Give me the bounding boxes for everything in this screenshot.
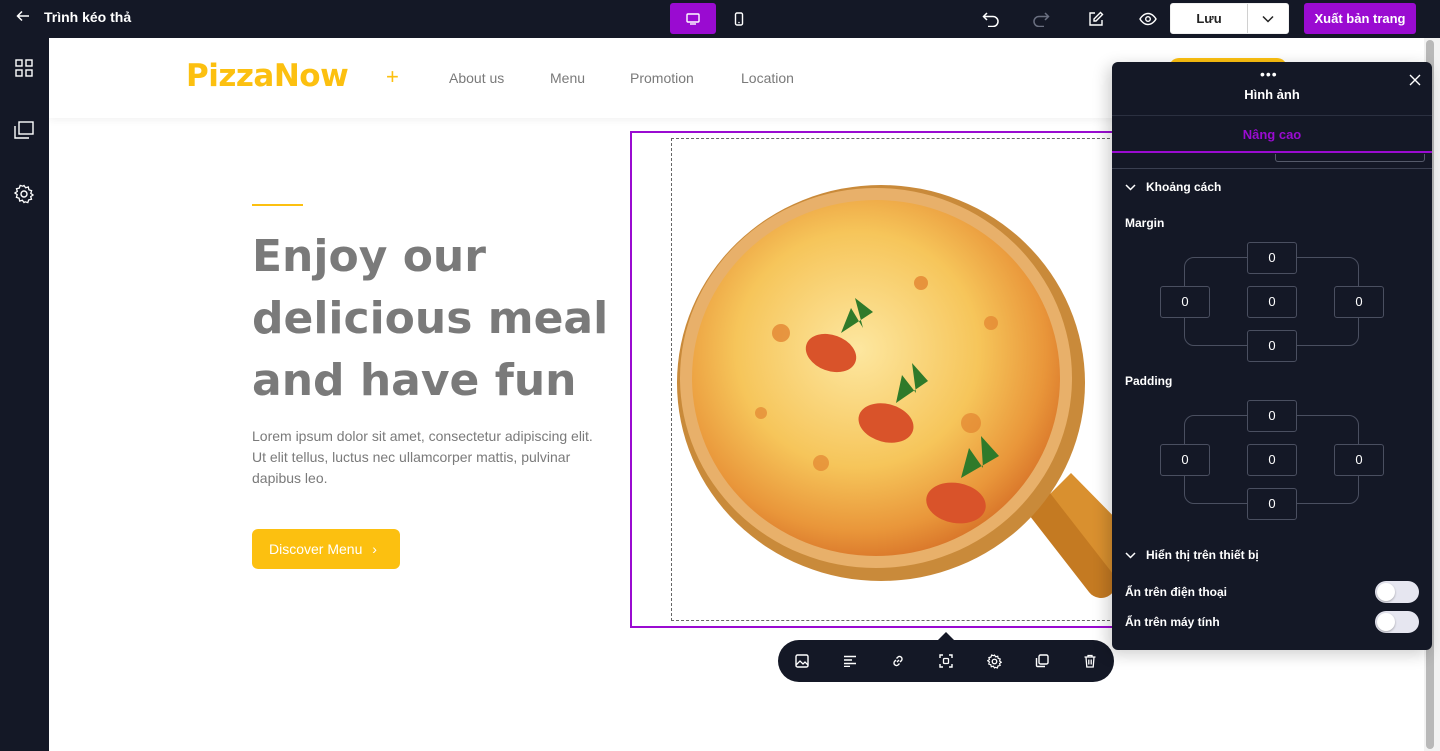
back-arrow-icon[interactable] xyxy=(12,8,34,30)
image-properties-panel: ••• Hình ảnh Nâng cao Khoảng cách Margin… xyxy=(1112,62,1432,650)
padding-top-input[interactable]: 0 xyxy=(1247,400,1297,432)
publish-page-button[interactable]: Xuất bản trang xyxy=(1304,3,1416,34)
device-visibility-label: Hiển thị trên thiết bị xyxy=(1146,548,1259,562)
panel-divider xyxy=(1112,168,1432,169)
hide-on-desktop-toggle[interactable] xyxy=(1375,611,1419,633)
margin-all-input[interactable]: 0 xyxy=(1247,286,1297,318)
chevron-down-icon xyxy=(1125,551,1136,559)
chevron-down-icon xyxy=(1125,183,1136,191)
mobile-icon xyxy=(734,11,744,26)
pizza-image[interactable] xyxy=(671,173,1130,603)
spacing-section-label: Khoảng cách xyxy=(1146,180,1222,194)
chevron-right-icon: › xyxy=(372,541,377,557)
hidden-field-edge xyxy=(1275,154,1425,162)
top-bar: Trình kéo thả Lưu Xuất bản trang xyxy=(0,0,1440,38)
settings-gear-icon[interactable] xyxy=(12,182,36,206)
margin-top-input[interactable]: 0 xyxy=(1247,242,1297,274)
element-toolbar xyxy=(778,640,1114,682)
discover-menu-label: Discover Menu xyxy=(269,541,363,557)
link-icon[interactable] xyxy=(888,651,908,671)
save-button-group: Lưu xyxy=(1170,3,1289,34)
layers-icon[interactable] xyxy=(12,118,36,142)
desktop-icon xyxy=(686,12,700,25)
left-sidebar xyxy=(0,38,48,751)
nav-about-us[interactable]: About us xyxy=(449,70,504,86)
toolbar-caret xyxy=(938,632,954,640)
save-button[interactable]: Lưu xyxy=(1171,4,1248,33)
image-icon[interactable] xyxy=(792,651,812,671)
drag-handle-icon[interactable]: ••• xyxy=(1260,66,1278,82)
padding-left-input[interactable]: 0 xyxy=(1160,444,1210,476)
delete-trash-icon[interactable] xyxy=(1080,651,1100,671)
desktop-view-button[interactable] xyxy=(670,3,716,34)
padding-bottom-input[interactable]: 0 xyxy=(1247,488,1297,520)
hide-on-mobile-label: Ẩn trên điện thoại xyxy=(1125,585,1227,599)
margin-left-input[interactable]: 0 xyxy=(1160,286,1210,318)
accent-divider xyxy=(252,204,303,206)
crop-focus-icon[interactable] xyxy=(936,651,956,671)
widgets-grid-icon[interactable] xyxy=(12,56,36,80)
preview-eye-icon[interactable] xyxy=(1137,8,1159,30)
margin-label: Margin xyxy=(1125,216,1165,230)
chevron-down-icon xyxy=(1262,15,1274,23)
hero-title[interactable]: Enjoy our delicious meal and have fun xyxy=(252,226,612,412)
element-settings-icon[interactable] xyxy=(984,651,1004,671)
margin-bottom-input[interactable]: 0 xyxy=(1247,330,1297,362)
padding-all-input[interactable]: 0 xyxy=(1247,444,1297,476)
app-title: Trình kéo thả xyxy=(44,9,132,25)
margin-right-input[interactable]: 0 xyxy=(1334,286,1384,318)
close-icon[interactable] xyxy=(1408,73,1424,89)
padding-right-input[interactable]: 0 xyxy=(1334,444,1384,476)
panel-title: Hình ảnh xyxy=(1244,87,1300,102)
plus-icon[interactable]: + xyxy=(386,64,399,90)
device-visibility-section-header[interactable]: Hiển thị trên thiết bị xyxy=(1125,548,1259,562)
hide-on-mobile-toggle[interactable] xyxy=(1375,581,1419,603)
toggle-knob xyxy=(1377,613,1395,631)
toggle-knob xyxy=(1377,583,1395,601)
save-options-dropdown[interactable] xyxy=(1248,4,1288,33)
redo-icon[interactable] xyxy=(1030,8,1052,30)
align-left-icon[interactable] xyxy=(840,651,860,671)
spacing-section-header[interactable]: Khoảng cách xyxy=(1125,180,1221,194)
site-logo[interactable]: PizzaNow xyxy=(186,58,349,94)
discover-menu-button[interactable]: Discover Menu › xyxy=(252,529,400,569)
duplicate-icon[interactable] xyxy=(1032,651,1052,671)
undo-icon[interactable] xyxy=(980,8,1002,30)
hero-description[interactable]: Lorem ipsum dolor sit amet, consectetur … xyxy=(252,426,597,489)
nav-location[interactable]: Location xyxy=(741,70,794,86)
mobile-view-button[interactable] xyxy=(716,3,762,34)
nav-promotion[interactable]: Promotion xyxy=(630,70,694,86)
nav-menu[interactable]: Menu xyxy=(550,70,585,86)
hide-on-desktop-label: Ẩn trên máy tính xyxy=(1125,615,1220,629)
padding-label: Padding xyxy=(1125,374,1173,388)
tab-advanced[interactable]: Nâng cao xyxy=(1112,115,1432,153)
edit-icon[interactable] xyxy=(1085,8,1107,30)
